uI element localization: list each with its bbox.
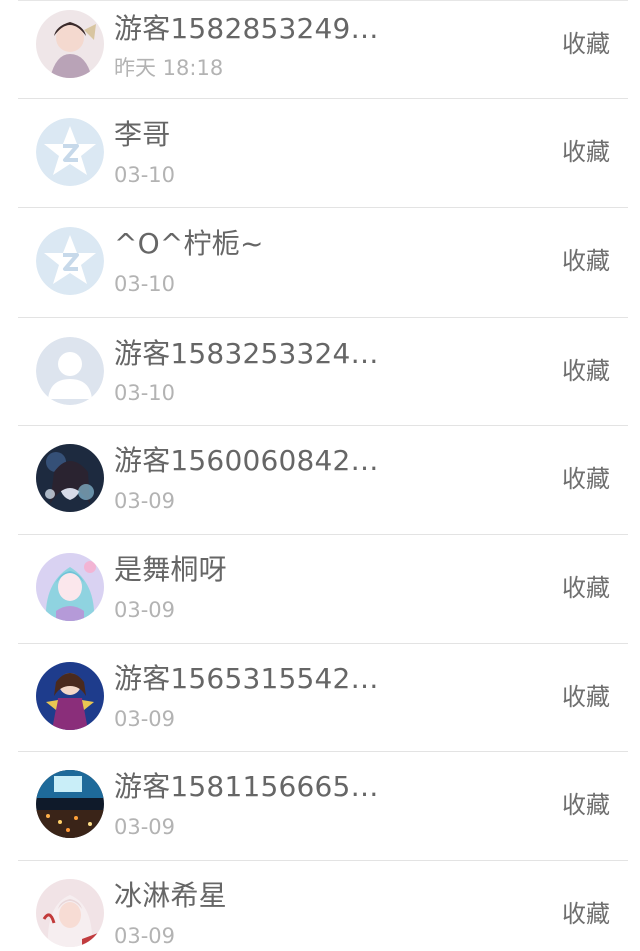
list-item[interactable]: 游客1582853249… 昨天 18:18 收藏 (0, 0, 640, 99)
contact-name: ^O^柠栀~ (114, 227, 264, 260)
favorite-button[interactable]: 收藏 (562, 572, 610, 604)
contact-name: 游客1560060842… (114, 444, 379, 477)
list-item[interactable]: 是舞桐呀 03-09 收藏 (0, 535, 640, 644)
anime-dark-avatar[interactable] (36, 444, 104, 512)
favorite-button[interactable]: 收藏 (562, 898, 610, 930)
anime-pastel-avatar[interactable] (36, 553, 104, 621)
list-item[interactable]: 冰淋希星 03-09 收藏 (0, 861, 640, 951)
contact-name: 游客1581156665… (114, 770, 379, 803)
favorite-button[interactable]: 收藏 (562, 789, 610, 821)
contact-name: 游客1582853249… (114, 12, 379, 45)
city-night-avatar[interactable] (36, 770, 104, 838)
contact-name: 是舞桐呀 (114, 553, 227, 586)
contact-name: 游客1565315542… (114, 662, 379, 695)
favorite-button[interactable]: 收藏 (562, 681, 610, 713)
favorite-button[interactable]: 收藏 (562, 28, 610, 60)
contact-time: 03-09 (114, 924, 176, 948)
favorite-button[interactable]: 收藏 (562, 355, 610, 387)
favorite-button[interactable]: 收藏 (562, 136, 610, 168)
contact-time: 03-10 (114, 163, 176, 187)
favorite-button[interactable]: 收藏 (562, 463, 610, 495)
qzone-star-default-avatar[interactable] (36, 118, 104, 186)
default-person-avatar[interactable] (36, 337, 104, 405)
anime-girl-avatar[interactable] (36, 10, 104, 78)
contact-name: 游客1583253324… (114, 337, 379, 370)
contact-time: 03-10 (114, 272, 176, 296)
list-item[interactable]: 游客1560060842… 03-09 收藏 (0, 426, 640, 535)
anime-purple-avatar[interactable] (36, 662, 104, 730)
contact-time: 03-09 (114, 489, 176, 513)
contact-time: 03-10 (114, 381, 176, 405)
contact-name: 冰淋希星 (114, 879, 227, 912)
contact-time: 03-09 (114, 815, 176, 839)
favorite-button[interactable]: 收藏 (562, 245, 610, 277)
contact-list: 游客1582853249… 昨天 18:18 收藏 李哥 03-10 收藏 ^O… (0, 0, 640, 951)
anime-light-avatar[interactable] (36, 879, 104, 947)
list-item[interactable]: 游客1583253324… 03-10 收藏 (0, 318, 640, 426)
contact-time: 昨天 18:18 (114, 56, 224, 80)
contact-name: 李哥 (114, 118, 171, 151)
contact-time: 03-09 (114, 707, 176, 731)
list-item[interactable]: 游客1565315542… 03-09 收藏 (0, 644, 640, 752)
contact-time: 03-09 (114, 598, 176, 622)
list-item[interactable]: 游客1581156665… 03-09 收藏 (0, 752, 640, 861)
list-item[interactable]: 李哥 03-10 收藏 (0, 99, 640, 208)
qzone-star-default-avatar[interactable] (36, 227, 104, 295)
list-item[interactable]: ^O^柠栀~ 03-10 收藏 (0, 208, 640, 318)
